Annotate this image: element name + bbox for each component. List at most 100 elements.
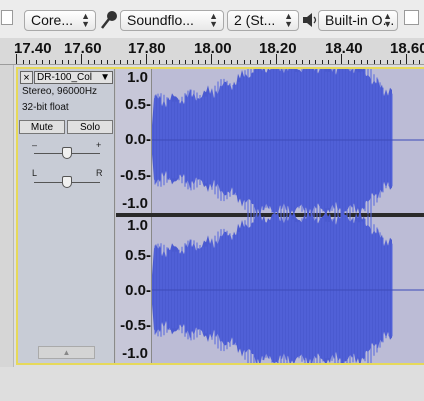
solo-button[interactable]: Solo [67, 120, 113, 134]
ruler-tick [328, 60, 329, 64]
ruler-tick [159, 60, 160, 64]
ruler-tick [341, 54, 342, 64]
device-toolbar: Core... ▲ ▼ Soundflo... ▲ ▼ 2 (St... ▲ ▼ Bu… [0, 0, 424, 38]
track-format: 32-bit float [22, 102, 69, 113]
ruler-tick [172, 60, 173, 64]
ruler-tick [198, 60, 199, 64]
track-left-strip [0, 65, 14, 401]
pan-slider-thumb[interactable] [62, 176, 72, 188]
ruler-label: 18.00 [194, 40, 232, 57]
ruler-tick [218, 60, 219, 64]
ruler-tick [16, 54, 17, 64]
ruler-tick [367, 60, 368, 64]
audio-host-value: Core... [31, 12, 74, 28]
ruler-label: 18.40 [325, 40, 363, 57]
pan-left-label: L [32, 168, 38, 178]
chevron-updown-icon: ▲ ▼ [81, 11, 90, 29]
ruler-tick [107, 60, 108, 64]
ruler-tick [361, 60, 362, 64]
waveform-peaks [152, 69, 393, 225]
output-device-select[interactable]: Built-in O... ▲ ▼ [318, 10, 398, 31]
ruler-tick [88, 60, 89, 64]
ruler-tick [257, 60, 258, 64]
track-name-menu[interactable]: DR-100_Col ▼ [34, 71, 113, 84]
ruler-tick [205, 60, 206, 64]
gain-plus-label: + [96, 140, 102, 150]
chevron-updown-icon: ▲ ▼ [383, 11, 392, 29]
ruler-tick [283, 60, 284, 64]
ruler-tick [393, 60, 394, 64]
gain-minus-label: – [32, 140, 38, 150]
scale-label: 0.0- [125, 282, 151, 299]
ruler-tick [315, 60, 316, 64]
ruler-tick [36, 60, 37, 64]
ruler-tick [29, 60, 30, 64]
ruler-tick [224, 60, 225, 64]
ruler-tick [133, 60, 134, 64]
ruler-label: 18.20 [259, 40, 297, 57]
microphone-icon[interactable] [98, 9, 120, 31]
input-device-select[interactable]: Soundflo... ▲ ▼ [120, 10, 224, 31]
scale-label: 0.5- [125, 96, 151, 113]
ruler-tick [387, 60, 388, 64]
scale-label: 1.0 [127, 217, 148, 234]
scale-label: -1.0 [122, 195, 148, 212]
ruler-tick [101, 60, 102, 64]
ruler-tick [23, 60, 24, 64]
ruler-tick [348, 60, 349, 64]
input-channels-select[interactable]: 2 (St... ▲ ▼ [227, 10, 299, 31]
ruler-tick [211, 54, 212, 64]
ruler-tick [179, 60, 180, 64]
mute-button[interactable]: Mute [19, 120, 65, 134]
scale-label: -1.0 [122, 345, 148, 362]
ruler-tick [49, 60, 50, 64]
timeline-ruler[interactable]: 17.40 17.60 17.80 18.00 18.20 18.40 18.6… [0, 38, 424, 65]
ruler-label: 17.40 [14, 40, 52, 57]
ruler-label: 18.60 [390, 40, 424, 57]
scale-label: -0.5- [120, 317, 151, 334]
ruler-tick [81, 54, 82, 64]
pan-right-label: R [96, 168, 103, 178]
ruler-tick [419, 60, 420, 64]
track-control-panel: × DR-100_Col ▼ Stereo, 96000Hz 32-bit fl… [18, 69, 115, 363]
audio-host-select[interactable]: Core... ▲ ▼ [24, 10, 96, 31]
ruler-tick [400, 60, 401, 64]
ruler-tick [55, 60, 56, 64]
track-close-button[interactable]: × [20, 71, 33, 84]
speaker-icon[interactable] [302, 11, 318, 29]
horizontal-scroll-area[interactable] [0, 367, 424, 401]
input-device-value: Soundflo... [127, 12, 194, 28]
chevron-updown-icon: ▲ ▼ [209, 11, 218, 29]
gain-slider-thumb[interactable] [62, 147, 72, 159]
ruler-tick [75, 60, 76, 64]
scale-label: 0.5- [125, 247, 151, 264]
ruler-tick [406, 54, 407, 64]
ruler-tick [127, 60, 128, 64]
ruler-tick [244, 60, 245, 64]
ruler-tick [94, 60, 95, 64]
track-name: DR-100_Col [37, 72, 93, 83]
ruler-tick [237, 60, 238, 64]
ruler-tick [296, 60, 297, 64]
waveform-peaks [152, 205, 393, 363]
ruler-tick [276, 54, 277, 64]
collapse-track-button[interactable]: ▲ [38, 346, 95, 359]
ruler-tick [140, 60, 141, 64]
vertical-ruler-left-channel: 1.0 0.5- 0.0- -0.5- -1.0 [116, 69, 152, 213]
ruler-tick [374, 60, 375, 64]
track-rate: Stereo, 96000Hz [22, 86, 98, 97]
waveform-display[interactable]: 1.0 0.5- 0.0- -0.5- -1.0 1.0 0.5- 0.0- -… [116, 69, 424, 363]
ruler-tick [62, 60, 63, 64]
ruler-tick [322, 60, 323, 64]
ruler-label: 17.60 [64, 40, 102, 57]
ruler-tick [114, 60, 115, 64]
toolbar-checkbox[interactable] [404, 10, 419, 25]
ruler-tick [153, 60, 154, 64]
ruler-tick [185, 60, 186, 64]
ruler-tick [231, 60, 232, 64]
ruler-tick [309, 60, 310, 64]
scale-label: 1.0 [127, 69, 148, 86]
scale-label: 0.0- [125, 131, 151, 148]
ruler-tick [354, 60, 355, 64]
toolbar-checkbox-left[interactable] [1, 10, 13, 25]
